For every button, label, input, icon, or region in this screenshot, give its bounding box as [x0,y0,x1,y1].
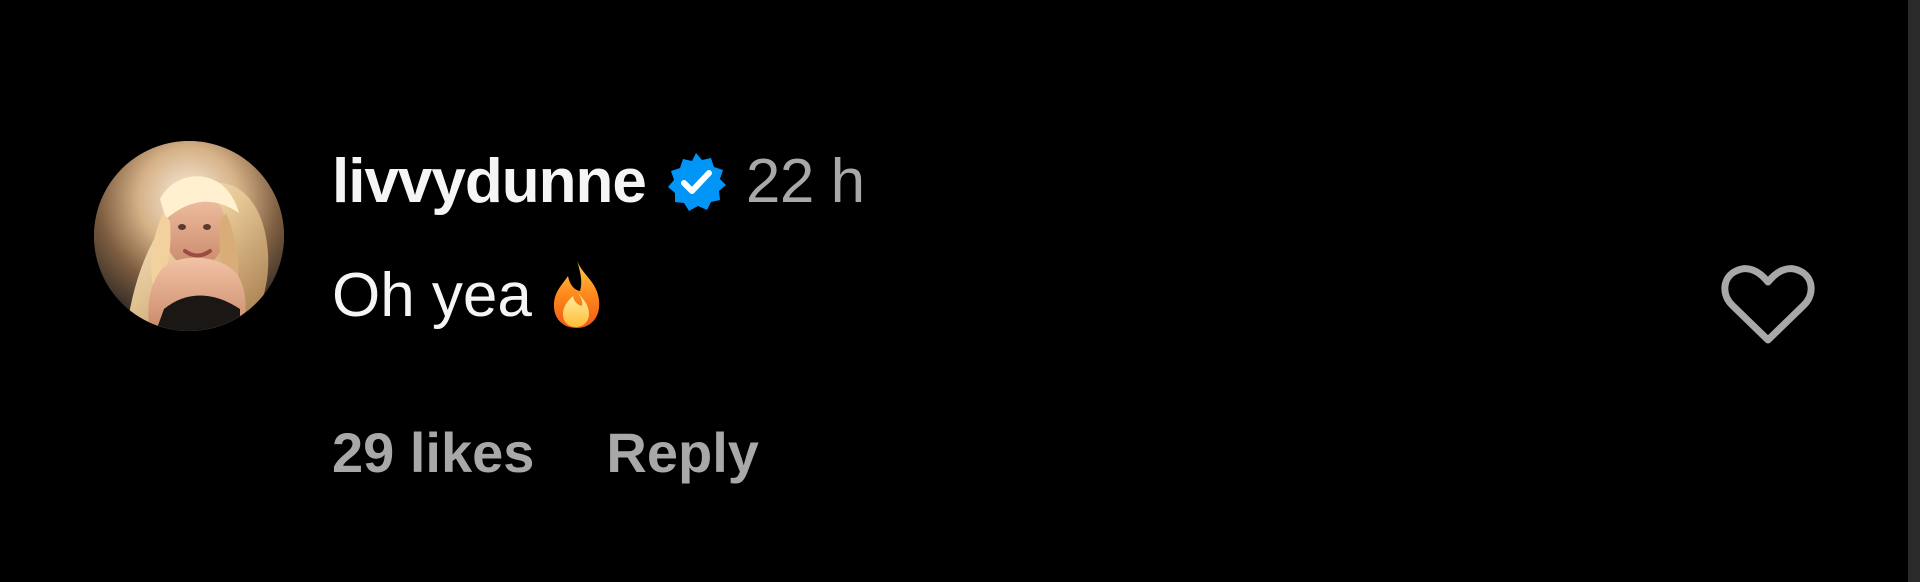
fire-icon [544,257,610,331]
likes-count[interactable]: 29 likes [332,420,534,485]
like-button[interactable] [1718,264,1818,350]
profile-avatar[interactable] [94,141,284,331]
comment-header: livvydunne 22 h [332,146,865,216]
heart-outline-icon [1720,264,1816,351]
reply-button[interactable]: Reply [606,420,759,485]
comment-text: Oh yea [332,260,532,330]
instagram-comment-screenshot: livvydunne 22 h Oh yea 29 likes Reply [0,0,1920,582]
comment-content: livvydunne 22 h Oh yea 29 likes Reply [332,146,1632,496]
username[interactable]: livvydunne [332,146,647,217]
timestamp: 22 h [745,146,865,216]
window-right-edge [1908,0,1920,582]
comment-actions: 29 likes Reply [332,420,759,485]
comment-text-row: Oh yea [332,260,610,330]
comment-card: livvydunne 22 h Oh yea 29 likes Reply [0,0,1900,582]
verified-badge-icon [664,150,728,214]
